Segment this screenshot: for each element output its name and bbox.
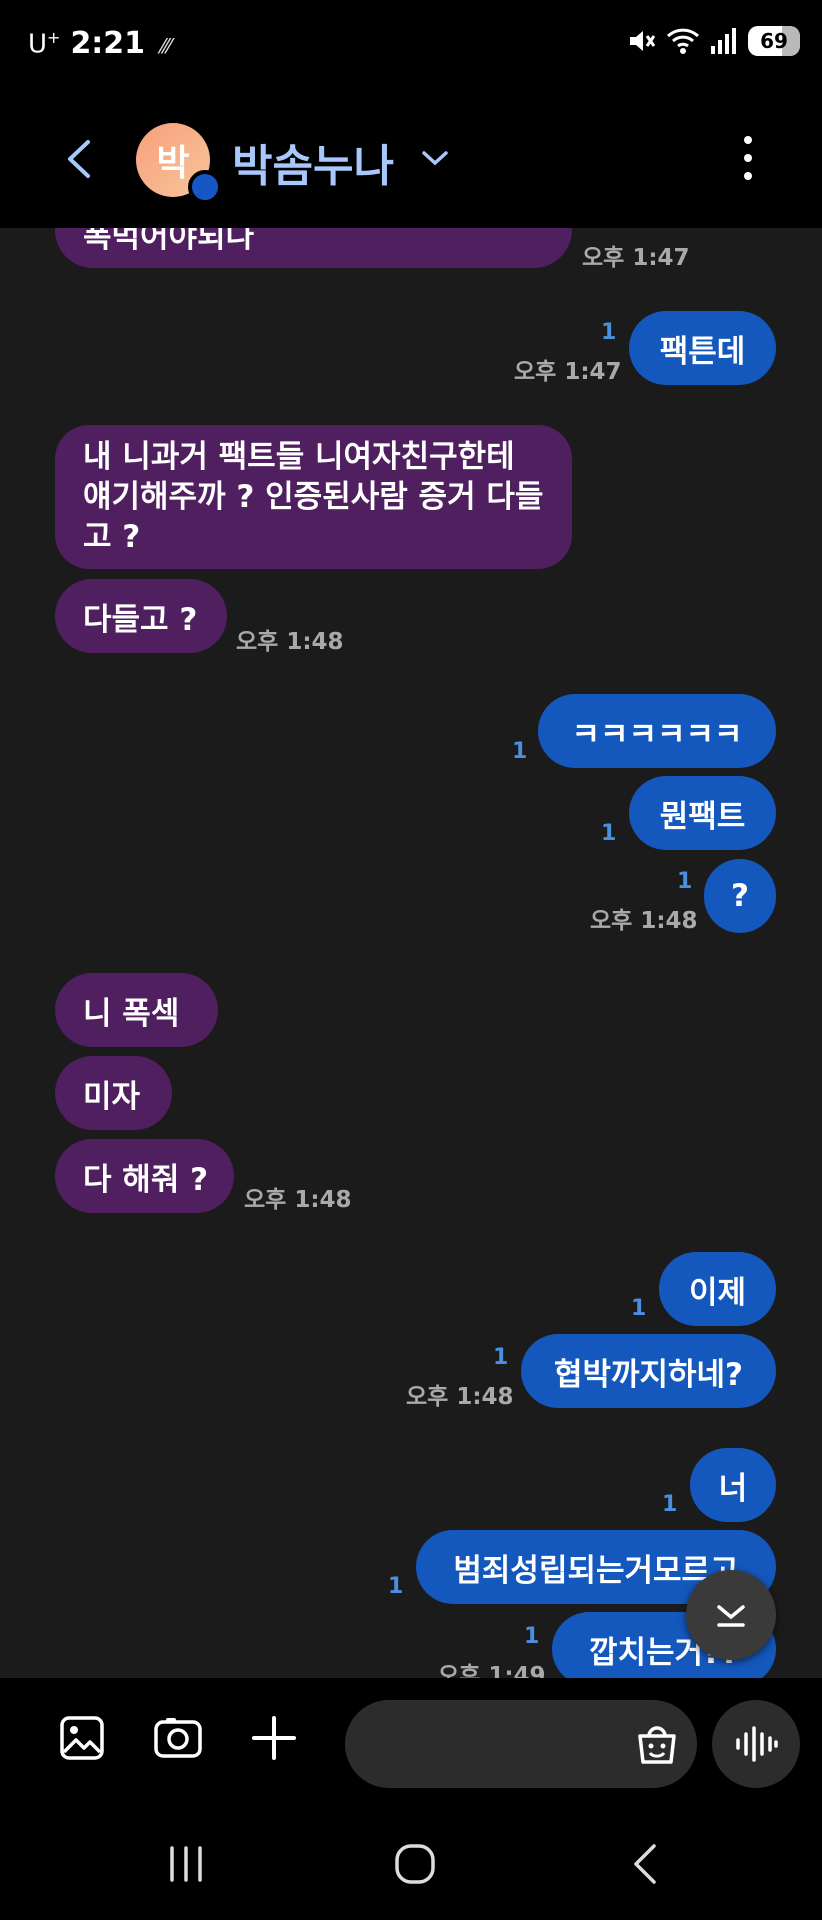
- status-right: 69: [626, 26, 800, 56]
- message-time: 오후 1:48: [406, 1384, 514, 1410]
- carrier-label: U+: [28, 28, 60, 60]
- chevron-down-icon[interactable]: [420, 146, 450, 170]
- message-bubble-incoming[interactable]: 다들고 ?: [55, 579, 227, 653]
- status-left: U+ 2:21 ⁄⁄⁄: [28, 26, 171, 61]
- unread-count: 1: [677, 869, 693, 894]
- gallery-icon[interactable]: [56, 1712, 108, 1764]
- wifi-icon: [666, 28, 700, 54]
- message-text: 다들고 ?: [83, 601, 198, 638]
- message-text: 범죄성립되는거모르고: [453, 1552, 739, 1589]
- voice-record-button[interactable]: [712, 1700, 800, 1788]
- emoji-icon[interactable]: [632, 1718, 682, 1768]
- message-text: ?: [731, 878, 749, 914]
- message-bubble-outgoing[interactable]: 이제: [659, 1252, 776, 1326]
- message-text: 팩튼데: [659, 333, 746, 370]
- plus-icon[interactable]: [248, 1712, 300, 1764]
- message-text: 협박까지하네?: [553, 1356, 744, 1393]
- message-bubble-incoming[interactable]: 폭먹어야되나: [55, 228, 572, 268]
- data-activity-icon: ⁄⁄⁄: [161, 34, 172, 58]
- carrier-sup: +: [47, 28, 61, 48]
- battery-level: 69: [760, 29, 788, 53]
- unread-count: 1: [601, 821, 617, 846]
- scroll-to-bottom-button[interactable]: [686, 1570, 776, 1660]
- back-arrow-icon[interactable]: [56, 134, 106, 184]
- message-text: 뭔팩트: [659, 798, 746, 835]
- avatar-status-badge: [188, 170, 222, 204]
- unread-count: 1: [662, 1492, 678, 1517]
- system-navigation-bar: [0, 1798, 822, 1920]
- message-time: 오후 1:49: [438, 1663, 546, 1678]
- message-time: 오후 1:47: [582, 245, 690, 271]
- unread-count: 1: [512, 739, 528, 764]
- message-bubble-incoming[interactable]: 미자: [55, 1056, 172, 1130]
- camera-icon[interactable]: [152, 1712, 204, 1764]
- message-text: ㅋㅋㅋㅋㅋㅋ: [571, 716, 743, 753]
- message-text: 미자: [83, 1078, 141, 1115]
- status-time: 2:21: [70, 26, 146, 61]
- scroll-to-bottom-icon: [717, 1605, 745, 1627]
- message-text: 다 해줘 ?: [83, 1161, 209, 1198]
- message-text: 내 니과거 팩트들 니여자친구한테 얘기해주까 ? 인증된사람 증거 다들고 ?: [83, 439, 544, 555]
- chat-header: 박 박솜누나: [0, 90, 822, 228]
- recent-apps-icon[interactable]: [156, 1834, 216, 1894]
- unread-count: 1: [524, 1624, 540, 1649]
- more-vertical-icon[interactable]: [738, 128, 758, 188]
- message-bubble-incoming[interactable]: 다 해줘 ?: [55, 1139, 234, 1213]
- unread-count: 1: [493, 1345, 509, 1370]
- message-list[interactable]: 폭먹어야되나 오후 1:47 1 오후 1:47 팩튼데 내 니과거 팩트들 니…: [0, 228, 822, 1678]
- message-text: 니 폭섹: [83, 995, 180, 1032]
- mute-icon: [630, 31, 656, 51]
- home-icon[interactable]: [385, 1834, 445, 1894]
- message-bubble-incoming[interactable]: 니 폭섹: [55, 973, 218, 1047]
- message-bubble-outgoing[interactable]: 팩튼데: [629, 311, 776, 385]
- carrier-name: U: [28, 30, 48, 60]
- message-time: 오후 1:48: [590, 908, 698, 934]
- battery-indicator: 69: [748, 26, 800, 56]
- message-time: 오후 1:48: [236, 629, 344, 655]
- message-text: 이제: [688, 1274, 747, 1311]
- unread-count: 1: [388, 1574, 404, 1599]
- message-bubble-outgoing[interactable]: ㅋㅋㅋㅋㅋㅋ: [538, 694, 776, 768]
- signal-icon: [711, 28, 736, 54]
- message-text: 너: [718, 1470, 748, 1507]
- message-composer: [0, 1678, 822, 1798]
- message-bubble-outgoing[interactable]: 협박까지하네?: [521, 1334, 776, 1408]
- unread-count: 1: [631, 1296, 647, 1321]
- message-bubble-incoming[interactable]: 내 니과거 팩트들 니여자친구한테 얘기해주까 ? 인증된사람 증거 다들고 ?: [55, 425, 572, 569]
- back-nav-icon[interactable]: [616, 1834, 676, 1894]
- unread-count: 1: [601, 320, 617, 345]
- message-time: 오후 1:48: [244, 1187, 352, 1213]
- message-bubble-outgoing[interactable]: 너: [690, 1448, 776, 1522]
- voice-waveform-icon: [736, 1726, 778, 1762]
- message-text: 폭먹어야되나: [83, 228, 255, 255]
- contact-name[interactable]: 박솜누나: [232, 130, 394, 194]
- avatar-initial: 박: [156, 143, 190, 184]
- message-time: 오후 1:47: [514, 359, 622, 385]
- message-bubble-outgoing[interactable]: ?: [704, 859, 776, 933]
- status-bar: U+ 2:21 ⁄⁄⁄ 69: [0, 0, 822, 90]
- message-bubble-outgoing[interactable]: 뭔팩트: [629, 776, 776, 850]
